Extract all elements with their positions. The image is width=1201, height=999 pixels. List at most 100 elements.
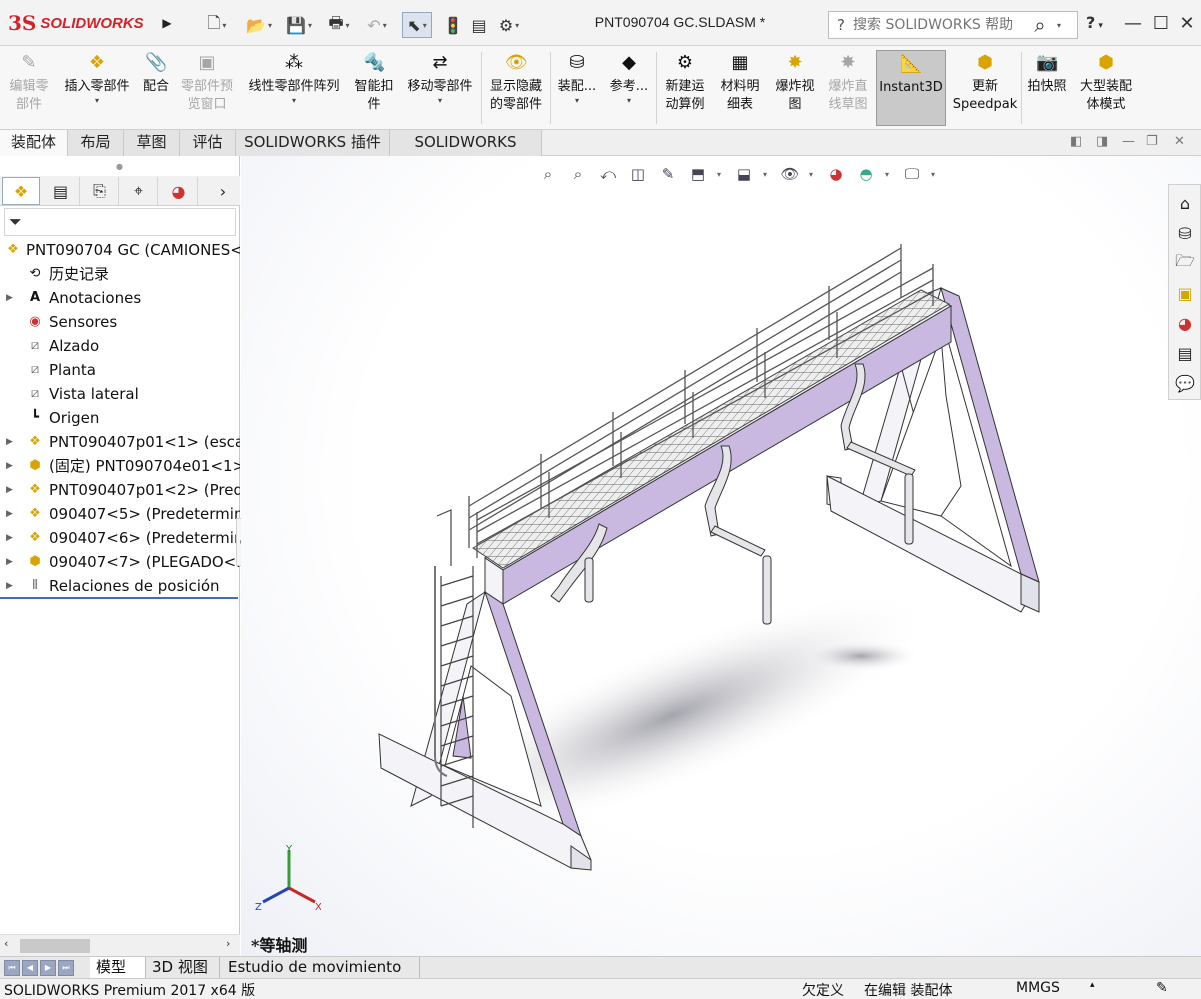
tab-evaluate[interactable]: 评估 [180, 130, 236, 156]
chevron-down-icon[interactable]: ▾ [763, 170, 771, 179]
chevron-down-icon[interactable]: ▾ [58, 96, 136, 106]
chevron-down-icon[interactable]: ▾ [809, 170, 817, 179]
graphics-area[interactable]: ⌕ ⌕ ⤺ ◫ ✎ ⬒ ▾ ⬓ ▾ 👁 ▾ ◕ ◓ ▾ 🖵 ▾ Y X Z *等轴测 [241, 156, 1201, 956]
new-icon[interactable]: 🗋 ▾ [204, 12, 230, 38]
tree-item-component[interactable]: ▶ ⬢ (固定) PNT090704e01<1> [0, 454, 240, 478]
scrollbar-thumb[interactable] [20, 939, 90, 953]
zoom-to-fit-icon[interactable]: ⌕ [537, 165, 559, 183]
document-restore-icon[interactable]: ❐ [1146, 134, 1158, 149]
display-style-icon[interactable]: ⬓ [733, 165, 755, 183]
exploded-view-button[interactable]: ✸ 爆炸视 图 [770, 50, 820, 126]
design-library-icon[interactable]: ⛁ [1171, 219, 1199, 247]
chevron-down-icon[interactable]: ▾ [717, 170, 725, 179]
tree-item-mates[interactable]: ▶ ⦀ Relaciones de posición [0, 574, 240, 598]
chevron-down-icon[interactable]: ▾ [242, 96, 346, 106]
solidworks-logo[interactable]: 3S SOLIDWORKS [8, 6, 156, 40]
tab-assembly[interactable]: 装配体 [0, 130, 68, 156]
chevron-down-icon[interactable]: ▾ [606, 96, 652, 106]
explode-line-sketch-button[interactable]: ✸ 爆炸直 线草图 [824, 50, 872, 126]
select-icon[interactable]: ⬉ ▾ [402, 12, 432, 38]
document-minimize-icon[interactable]: — [1122, 134, 1135, 149]
scroll-right-icon[interactable]: › [226, 937, 230, 950]
search-dropdown-icon[interactable]: ▾ [1057, 21, 1061, 30]
expand-arrow-icon[interactable]: ▶ [6, 430, 13, 454]
reference-geometry-button[interactable]: ◆ 参考... ▾ [606, 50, 652, 126]
expand-arrow-icon[interactable]: ▶ [6, 574, 13, 598]
linear-pattern-button[interactable]: ⁂ 线性零部件阵列 ▾ [242, 50, 346, 126]
chevron-down-icon[interactable]: ▾ [402, 96, 478, 106]
display-manager-icon[interactable]: ◕ [160, 177, 198, 205]
print-icon[interactable]: 🖶 ▾ [324, 12, 354, 38]
tab-layout[interactable]: 布局 [68, 130, 124, 156]
undo-icon[interactable]: ↶ ▾ [362, 12, 392, 38]
document-close-icon[interactable]: ✕ [1174, 134, 1185, 149]
view-settings-icon[interactable]: 🖵 [901, 165, 923, 183]
previous-viewport-icon[interactable]: ◧ [1070, 134, 1082, 149]
last-tab-icon[interactable]: ⏭ [58, 960, 74, 976]
chevron-down-icon[interactable]: ▾ [885, 170, 893, 179]
options-icon[interactable]: ⚙ ▾ [494, 12, 524, 38]
expand-arrow-icon[interactable]: ▶ [6, 550, 13, 574]
view-palette-icon[interactable]: ▣ [1171, 279, 1199, 307]
panel-grip-icon[interactable]: ● [116, 162, 123, 171]
tree-item-annotations[interactable]: ▶ A Anotaciones [0, 286, 240, 310]
appearances-icon[interactable]: ◕ [1171, 309, 1199, 337]
more-tabs-chevron-icon[interactable]: › [210, 177, 236, 205]
scroll-left-icon[interactable]: ‹ [4, 937, 8, 950]
instant3d-button[interactable]: 📐 Instant3D [876, 50, 946, 126]
chevron-down-icon[interactable]: ▾ [931, 170, 939, 179]
tab-model[interactable]: 模型 [90, 957, 146, 979]
edit-component-button[interactable]: ✎ 编辑零 部件 [4, 50, 54, 126]
apply-scene-icon[interactable]: ◓ [855, 165, 877, 183]
dynamic-annotation-icon[interactable]: ✎ [657, 165, 679, 183]
search-icon[interactable]: ⌕ [1023, 13, 1057, 37]
tree-root-assembly[interactable]: ❖ PNT090704 GC (CAMIONES< [0, 238, 240, 262]
move-component-button[interactable]: ⇄ 移动零部件 ▾ [402, 50, 478, 126]
next-tab-icon[interactable]: ▶ [40, 960, 56, 976]
expand-arrow-icon[interactable]: ▶ [6, 286, 13, 310]
minimize-icon[interactable]: — [1120, 10, 1146, 36]
home-icon[interactable]: ⌂ [1171, 189, 1199, 217]
previous-view-icon[interactable]: ⤺ [597, 165, 619, 183]
tree-item-top-plane[interactable]: ⧄ Planta [0, 358, 240, 382]
expand-arrow-icon[interactable]: ▶ [6, 454, 13, 478]
tree-item-right-plane[interactable]: ⧄ Vista lateral [0, 382, 240, 406]
tree-item-front-plane[interactable]: ⧄ Alzado [0, 334, 240, 358]
tree-item-origin[interactable]: ┗ Origen [0, 406, 240, 430]
maximize-icon[interactable]: ☐ [1148, 10, 1174, 36]
smart-fasteners-button[interactable]: 🔩 智能扣 件 [350, 50, 398, 126]
unit-system[interactable]: MMGS [1016, 980, 1060, 996]
save-icon[interactable]: 💾 ▾ [284, 12, 314, 38]
assembly-model-render[interactable] [241, 156, 1201, 956]
expand-arrow-icon[interactable]: ▶ [6, 502, 13, 526]
assembly-features-button[interactable]: ⛁ 装配... ▾ [554, 50, 600, 126]
take-snapshot-button[interactable]: 📷 拍快照 [1024, 50, 1070, 126]
expand-arrow-icon[interactable]: ▶ [6, 526, 13, 550]
property-manager-icon[interactable]: ▤ [42, 177, 80, 205]
filter-icon[interactable]: ⏷ [9, 212, 22, 232]
previous-tab-icon[interactable]: ◀ [22, 960, 38, 976]
chevron-down-icon[interactable]: ▾ [554, 96, 600, 106]
zoom-area-icon[interactable]: ⌕ [567, 165, 589, 183]
update-speedpak-button[interactable]: ⬢ 更新 Speedpak [952, 50, 1018, 126]
tab-solidworks-mbd[interactable]: SOLIDWORKS MBD [390, 130, 542, 175]
tree-item-component[interactable]: ▶ ❖ PNT090407p01<1> (escal [0, 430, 240, 454]
next-viewport-icon[interactable]: ◨ [1096, 134, 1108, 149]
insert-components-button[interactable]: ❖ 插入零部件 ▾ [58, 50, 136, 126]
tab-motion-study[interactable]: Estudio de movimiento 1 [222, 957, 420, 996]
large-assembly-mode-button[interactable]: ⬢ 大型装配 体模式 [1074, 50, 1138, 126]
mate-button[interactable]: 📎 配合 [138, 50, 174, 126]
file-explorer-icon[interactable]: 🗁 [1171, 249, 1199, 277]
rebuild-icon[interactable]: 🚦 [442, 12, 464, 38]
menu-expand-icon[interactable]: ▶ [160, 12, 174, 34]
tree-item-sensors[interactable]: ◉ Sensores [0, 310, 240, 334]
open-icon[interactable]: 📂 ▾ [244, 12, 274, 38]
new-motion-study-button[interactable]: ⚙ 新建运 动算例 [660, 50, 710, 126]
tree-item-component[interactable]: ▶ ❖ 090407<6> (Predetermina [0, 526, 240, 550]
show-hidden-components-button[interactable]: 👁 显示隐藏 的零部件 [485, 50, 547, 126]
units-dropdown-icon[interactable]: ▴ [1090, 980, 1095, 990]
file-properties-icon[interactable]: ▤ [468, 12, 490, 38]
tab-sketch[interactable]: 草图 [124, 130, 180, 156]
help-search-input[interactable] [853, 17, 1023, 33]
tree-item-component[interactable]: ▶ ❖ 090407<5> (Predetermina [0, 502, 240, 526]
